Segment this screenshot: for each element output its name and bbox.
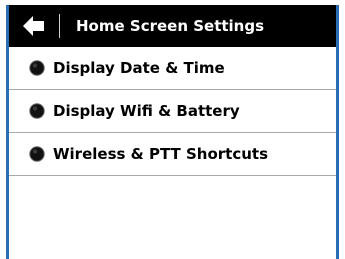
item-label: Wireless & PTT Shortcuts	[53, 145, 269, 163]
item-label: Display Date & Time	[53, 59, 225, 77]
radio-filled-icon[interactable]	[29, 60, 45, 76]
header-bar: Home Screen Settings	[9, 5, 336, 47]
radio-filled-icon[interactable]	[29, 103, 45, 119]
settings-screen: Home Screen Settings Display Date & Time…	[6, 5, 339, 259]
list-item-display-wifi-battery[interactable]: Display Wifi & Battery	[9, 90, 336, 133]
arrow-left-icon	[23, 16, 45, 36]
header-divider	[59, 14, 60, 38]
back-button[interactable]	[9, 5, 59, 47]
item-label: Display Wifi & Battery	[53, 102, 240, 120]
list-item-wireless-ptt-shortcuts[interactable]: Wireless & PTT Shortcuts	[9, 133, 336, 176]
page-title: Home Screen Settings	[76, 17, 265, 35]
settings-list: Display Date & Time Display Wifi & Batte…	[9, 47, 336, 176]
list-item-display-date-time[interactable]: Display Date & Time	[9, 47, 336, 90]
radio-filled-icon[interactable]	[29, 146, 45, 162]
